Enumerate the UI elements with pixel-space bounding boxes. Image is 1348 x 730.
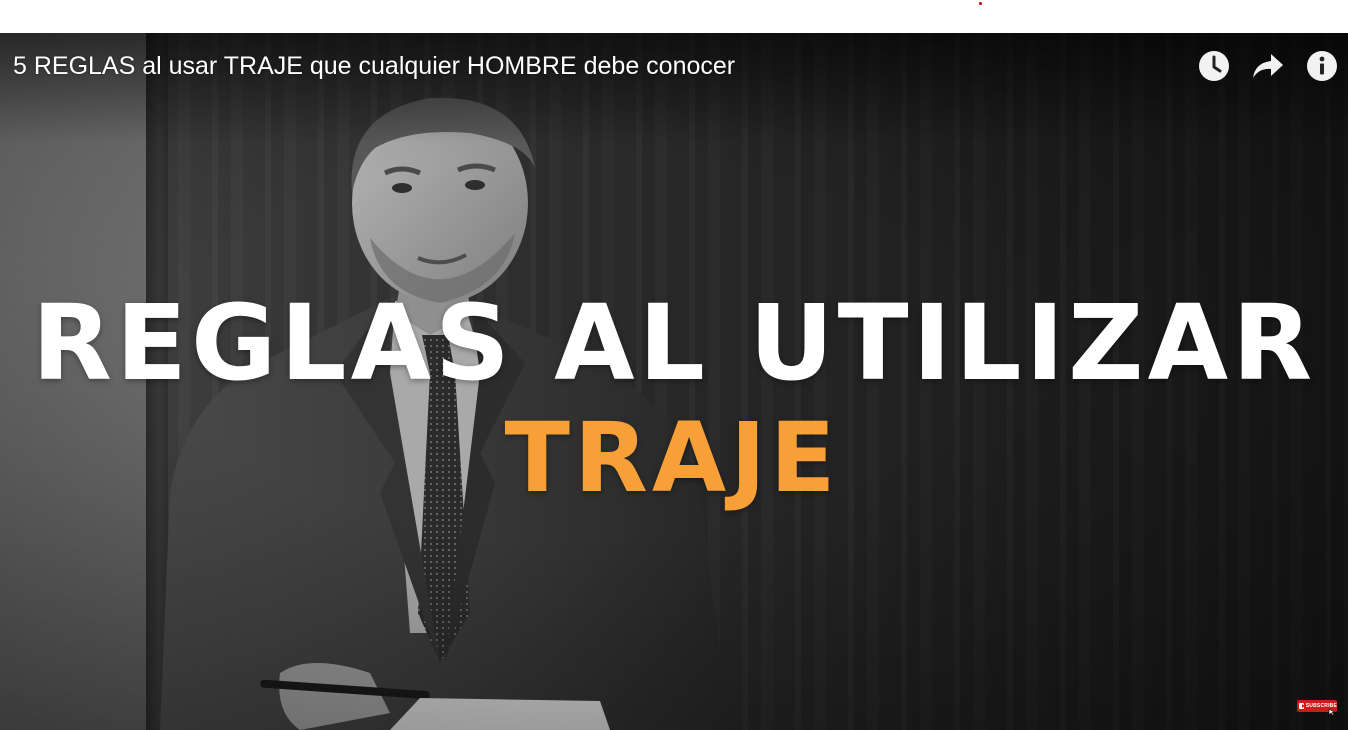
share-button[interactable] (1251, 49, 1285, 83)
video-subheadline-word: TRAJE (504, 402, 840, 514)
youtube-play-icon (1299, 703, 1305, 709)
pointer-cursor-icon (1328, 708, 1336, 716)
watch-later-button[interactable] (1197, 49, 1231, 83)
info-button[interactable] (1305, 49, 1339, 83)
video-subheadline-text: TRAJE (0, 410, 1348, 506)
player-top-gradient (0, 33, 1348, 143)
video-title[interactable]: 5 REGLAS al usar TRAJE que cualquier HOM… (13, 51, 735, 81)
red-dot-indicator (979, 2, 982, 5)
top-bar (0, 0, 1348, 33)
share-arrow-icon (1253, 54, 1283, 78)
video-headline-text: REGLAS AL UTILIZAR (31, 282, 1317, 404)
info-icon (1307, 51, 1337, 81)
clock-icon (1199, 51, 1229, 81)
video-player[interactable]: 5 REGLAS al usar TRAJE que cualquier HOM… (0, 33, 1348, 730)
